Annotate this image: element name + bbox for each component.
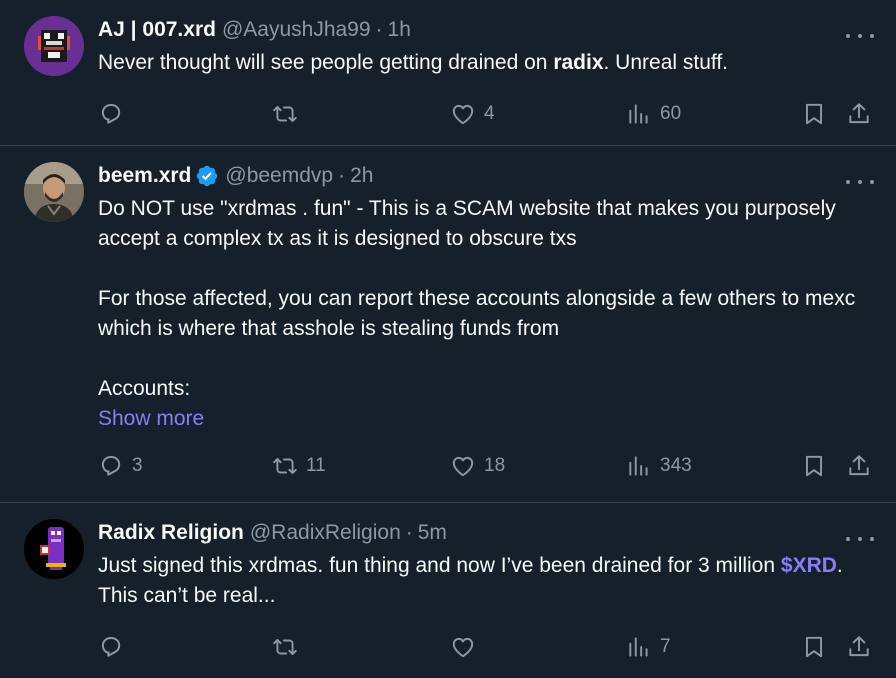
share-icon <box>846 453 872 479</box>
timeline-feed: AJ | 007.xrd @AayushJha99 · 1h Never tho… <box>0 0 896 678</box>
timestamp[interactable]: 1h <box>388 18 411 42</box>
like-icon <box>450 101 476 127</box>
verified-icon <box>197 165 218 187</box>
avatar[interactable] <box>24 162 84 222</box>
bold-text: radix <box>553 51 604 74</box>
more-icon <box>858 34 862 38</box>
paragraph: For those affected, you can report these… <box>98 287 856 340</box>
paragraph: Do NOT use "xrdmas . fun" - This is a SC… <box>98 197 836 250</box>
user-handle[interactable]: @RadixReligion <box>250 521 401 545</box>
avatar[interactable] <box>24 519 84 579</box>
more-icon <box>846 34 850 38</box>
view-count: 7 <box>660 636 671 657</box>
like-icon <box>450 453 476 479</box>
tweet-header: beem.xrd @beemdvp · 2h <box>98 158 880 194</box>
reply-icon <box>98 634 124 660</box>
tweet-text: Never thought will see people getting dr… <box>98 48 880 78</box>
views-icon <box>626 634 652 660</box>
views-icon <box>626 453 652 479</box>
tweet[interactable]: AJ | 007.xrd @AayushJha99 · 1h Never tho… <box>0 0 896 146</box>
user-handle[interactable]: @AayushJha99 <box>222 18 371 42</box>
cashtag-link[interactable]: $XRD <box>781 554 837 577</box>
separator: · <box>338 164 346 187</box>
user-handle[interactable]: @beemdvp <box>225 164 333 188</box>
bookmark-icon <box>801 453 827 479</box>
text-segment: . Unreal stuff. <box>603 51 729 74</box>
separator: · <box>375 18 383 41</box>
bookmark-button[interactable] <box>801 101 827 127</box>
reply-button[interactable]: 3 <box>98 453 143 479</box>
more-options-button[interactable] <box>846 529 874 549</box>
retweet-icon <box>272 634 298 660</box>
text-segment: Never thought will see people getting dr… <box>98 51 554 74</box>
display-name[interactable]: Radix Religion <box>98 521 244 545</box>
share-button[interactable] <box>846 453 872 479</box>
retweet-button[interactable] <box>272 101 306 127</box>
bookmark-button[interactable] <box>801 453 827 479</box>
avatar[interactable] <box>24 16 84 76</box>
tweet[interactable]: beem.xrd @beemdvp · 2h Do NOT use "xrdma… <box>0 146 896 503</box>
retweet-icon <box>272 101 298 127</box>
show-more-link[interactable]: Show more <box>98 404 204 434</box>
more-options-button[interactable] <box>846 172 874 192</box>
action-bar: 3 11 18 343 <box>98 434 880 498</box>
tweet-header: Radix Religion @RadixReligion · 5m <box>98 515 880 551</box>
more-icon <box>858 180 862 184</box>
share-button[interactable] <box>846 101 872 127</box>
views-button[interactable]: 343 <box>626 453 692 479</box>
reply-icon <box>98 453 124 479</box>
more-icon <box>870 180 874 184</box>
like-count: 4 <box>484 103 495 124</box>
view-count: 60 <box>660 103 682 124</box>
views-icon <box>626 101 652 127</box>
tweet-header: AJ | 007.xrd @AayushJha99 · 1h <box>98 12 880 48</box>
like-button[interactable]: 18 <box>450 453 505 479</box>
separator: · <box>405 521 413 544</box>
share-button[interactable] <box>846 634 872 660</box>
bookmark-icon <box>801 101 827 127</box>
share-icon <box>846 634 872 660</box>
like-button[interactable]: 4 <box>450 101 495 127</box>
view-count: 343 <box>660 455 692 476</box>
like-count: 18 <box>484 455 506 476</box>
more-icon <box>846 180 850 184</box>
more-icon <box>870 537 874 541</box>
paragraph: Accounts: <box>98 377 191 400</box>
more-options-button[interactable] <box>846 26 874 46</box>
tweet-text: Do NOT use "xrdmas . fun" - This is a SC… <box>98 194 880 404</box>
reply-icon <box>98 101 124 127</box>
reply-button[interactable] <box>98 101 132 127</box>
retweet-button[interactable] <box>272 634 306 660</box>
display-name[interactable]: AJ | 007.xrd <box>98 18 216 42</box>
reply-count: 3 <box>132 455 143 476</box>
retweet-icon <box>272 453 298 479</box>
timestamp[interactable]: 2h <box>350 164 373 188</box>
text-segment: Just signed this xrdmas. fun thing and n… <box>98 554 781 577</box>
views-button[interactable]: 60 <box>626 101 681 127</box>
more-icon <box>846 537 850 541</box>
timestamp[interactable]: 5m <box>418 521 447 545</box>
views-button[interactable]: 7 <box>626 634 671 660</box>
reply-button[interactable] <box>98 634 132 660</box>
retweet-button[interactable]: 11 <box>272 453 326 479</box>
bookmark-icon <box>801 634 827 660</box>
action-bar: 7 <box>98 615 880 678</box>
display-name[interactable]: beem.xrd <box>98 164 191 188</box>
like-button[interactable] <box>450 634 484 660</box>
more-icon <box>870 34 874 38</box>
bookmark-button[interactable] <box>801 634 827 660</box>
tweet-text: Just signed this xrdmas. fun thing and n… <box>98 551 880 611</box>
tweet[interactable]: Radix Religion @RadixReligion · 5m Just … <box>0 503 896 678</box>
retweet-count: 11 <box>306 455 326 476</box>
more-icon <box>858 537 862 541</box>
action-bar: 4 60 <box>98 82 880 146</box>
share-icon <box>846 101 872 127</box>
like-icon <box>450 634 476 660</box>
